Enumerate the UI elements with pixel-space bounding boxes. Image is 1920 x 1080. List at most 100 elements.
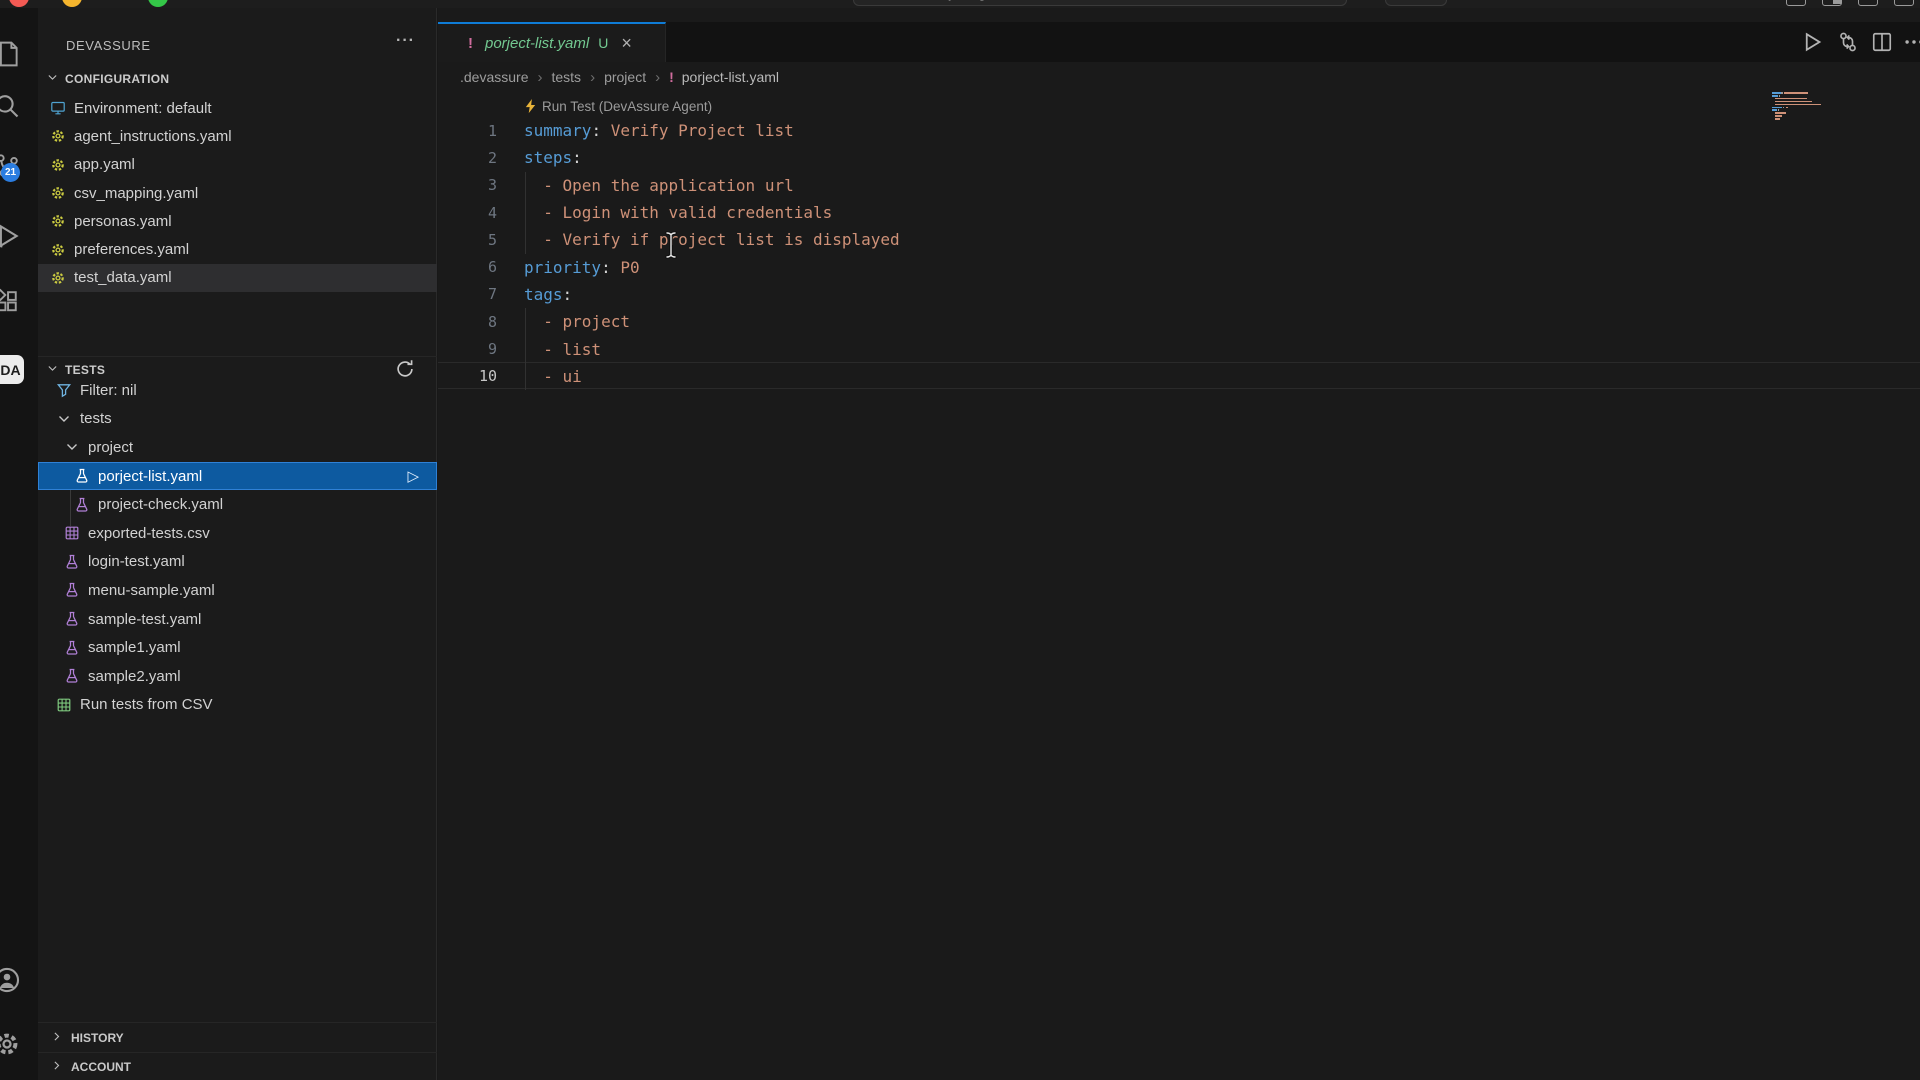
tree-item-label: sample1.yaml <box>88 639 181 656</box>
table-icon <box>64 525 80 541</box>
config-item-label: Environment: default <box>74 100 212 117</box>
tree-item-tests[interactable]: tests <box>38 405 437 434</box>
config-item-csv-mapping-yaml[interactable]: csv_mapping.yaml <box>38 179 437 207</box>
minimap-mark <box>1775 98 1808 100</box>
codelens-run-test[interactable]: Run Test (DevAssure Agent) <box>524 96 712 116</box>
run-and-debug-icon[interactable] <box>0 222 21 250</box>
breadcrumb-item[interactable]: project <box>604 69 646 85</box>
tab-porject-list[interactable]: ! porject-list.yaml U × <box>438 22 666 62</box>
explorer-icon[interactable] <box>0 40 21 68</box>
config-item-agent-instructions-yaml[interactable]: agent_instructions.yaml <box>38 122 437 150</box>
line-number: 6 <box>438 258 497 276</box>
section-label: ACCOUNT <box>71 1060 131 1074</box>
close-window-button[interactable] <box>9 0 29 7</box>
line-number: 1 <box>438 122 497 140</box>
minimize-window-button[interactable] <box>62 0 82 7</box>
code-line-7[interactable]: 7tags: <box>438 281 1838 308</box>
minimap-mark <box>1772 107 1782 109</box>
minimap-mark <box>1775 115 1783 117</box>
maximize-window-button[interactable] <box>148 0 168 7</box>
more-actions-icon[interactable]: ··· <box>396 32 415 50</box>
config-item-environment-default[interactable]: Environment: default <box>38 94 437 122</box>
tree-item-exported-tests-csv[interactable]: exported-tests.csv <box>38 519 437 548</box>
code-line-3[interactable]: 3 - Open the application url <box>438 172 1838 199</box>
sidebar-title: DEVASSURE <box>66 32 151 58</box>
tree-item-porject-list-yaml[interactable]: porject-list.yaml▷ <box>38 462 437 491</box>
account-icon[interactable] <box>0 966 21 994</box>
more-editor-actions-icon[interactable] <box>1902 30 1920 54</box>
config-item-app-yaml[interactable]: app.yaml <box>38 151 437 179</box>
tree-item-project-check-yaml[interactable]: project-check.yaml <box>38 490 437 519</box>
title-bar-button[interactable] <box>1385 0 1447 6</box>
flask-icon <box>64 554 80 570</box>
tree-item-filter-nil[interactable]: Filter: nil <box>38 376 437 405</box>
layout-controls-icon[interactable] <box>1894 0 1914 6</box>
command-center-search[interactable]: devassy-insight <box>853 0 1347 6</box>
section-label: CONFIGURATION <box>65 72 169 86</box>
search-icon <box>886 0 899 1</box>
split-editor-icon[interactable] <box>1870 30 1894 54</box>
code-line-2[interactable]: 2steps: <box>438 144 1838 171</box>
minimap-mark <box>1781 92 1782 94</box>
tab-label: porject-list.yaml <box>485 35 589 52</box>
code-token: - list <box>524 340 601 359</box>
section-header-account[interactable]: ACCOUNT <box>38 1052 437 1080</box>
run-file-icon[interactable] <box>1800 30 1824 54</box>
tree-item-login-test-yaml[interactable]: login-test.yaml <box>38 548 437 577</box>
tree-item-menu-sample-yaml[interactable]: menu-sample.yaml <box>38 576 437 605</box>
code-line-6[interactable]: 6priority: P0 <box>438 254 1838 281</box>
close-tab-icon[interactable]: × <box>621 33 632 54</box>
search-icon[interactable] <box>0 92 21 120</box>
minimap-mark <box>1775 118 1780 120</box>
chevron-right-icon <box>50 1030 63 1046</box>
code-line-8[interactable]: 8 - project <box>438 308 1838 335</box>
code-line-4[interactable]: 4 - Login with valid credentials <box>438 199 1838 226</box>
chevron-down-icon <box>56 411 72 427</box>
toggle-panel-icon[interactable] <box>1786 0 1806 6</box>
extensions-icon[interactable] <box>0 288 21 316</box>
config-item-label: app.yaml <box>74 156 135 173</box>
config-item-label: agent_instructions.yaml <box>74 128 232 145</box>
breadcrumb-item[interactable]: .devassure <box>460 69 528 85</box>
tree-item-sample1-yaml[interactable]: sample1.yaml <box>38 633 437 662</box>
breadcrumb-file[interactable]: porject-list.yaml <box>682 69 779 85</box>
config-item-label: test_data.yaml <box>74 269 172 286</box>
code-token: Verify Project list <box>601 121 794 140</box>
gear-icon <box>50 128 66 144</box>
code-line-10[interactable]: 10 - ui <box>438 363 1838 390</box>
test-file-badge-icon: ! <box>669 69 674 85</box>
section-header-history[interactable]: HISTORY <box>38 1022 437 1052</box>
minimap-mark <box>1783 107 1784 109</box>
config-item-preferences-yaml[interactable]: preferences.yaml <box>38 236 437 264</box>
tree-item-label: Run tests from CSV <box>80 696 213 713</box>
section-header-configuration[interactable]: CONFIGURATION <box>38 66 437 92</box>
code-line-5[interactable]: 5 - Verify if project list is displayed <box>438 226 1838 253</box>
line-number: 3 <box>438 176 497 194</box>
code-token: - project <box>524 312 630 331</box>
run-test-icon[interactable]: ▷ <box>407 467 419 485</box>
tree-item-sample2-yaml[interactable]: sample2.yaml <box>38 662 437 691</box>
tree-item-project[interactable]: project <box>38 433 437 462</box>
minimap[interactable] <box>1772 92 1852 132</box>
tree-item-run-tests-from-csv[interactable]: Run tests from CSV <box>38 691 437 720</box>
codelens-label: Run Test (DevAssure Agent) <box>542 99 712 114</box>
config-item-personas-yaml[interactable]: personas.yaml <box>38 207 437 235</box>
breadcrumb-item[interactable]: tests <box>551 69 581 85</box>
config-item-test-data-yaml[interactable]: test_data.yaml <box>38 264 437 292</box>
flask-icon <box>64 668 80 684</box>
settings-gear-icon[interactable] <box>0 1030 21 1058</box>
chevron-separator-icon: › <box>655 69 660 86</box>
devassure-extension-icon[interactable]: DA <box>0 355 24 384</box>
tree-item-sample-test-yaml[interactable]: sample-test.yaml <box>38 605 437 634</box>
customize-layout-icon[interactable] <box>1858 0 1878 6</box>
section-label: HISTORY <box>71 1031 124 1045</box>
minimap-mark <box>1784 92 1808 94</box>
code-line-9[interactable]: 9 - list <box>438 335 1838 362</box>
filter-icon <box>56 382 72 398</box>
code-line-1[interactable]: 1summary: Verify Project list <box>438 117 1838 144</box>
toggle-secondary-sidebar-icon[interactable] <box>1822 0 1842 6</box>
code-token: summary <box>524 121 591 140</box>
breadcrumb: .devassure › tests › project › ! porject… <box>460 64 779 90</box>
code-text: - Login with valid credentials <box>524 203 832 222</box>
run-tests-graph-icon[interactable] <box>1836 30 1860 54</box>
